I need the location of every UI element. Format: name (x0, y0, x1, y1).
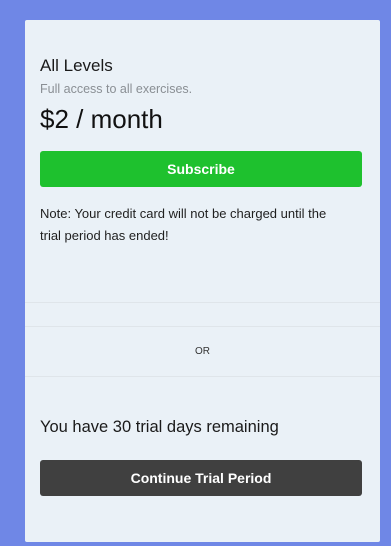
billing-note: Note: Your credit card will not be charg… (40, 206, 327, 243)
divider (25, 376, 380, 377)
plan-description: Full access to all exercises. (40, 82, 193, 96)
plan-name: All Levels (40, 56, 113, 75)
subscribe-button[interactable]: Subscribe (40, 151, 362, 187)
plan-price: $2 / month (40, 104, 163, 134)
trial-days-remaining: You have 30 trial days remaining (40, 418, 279, 436)
or-separator: OR (195, 346, 210, 357)
subscription-card: All Levels Full access to all exercises.… (25, 20, 380, 542)
continue-trial-button[interactable]: Continue Trial Period (40, 460, 362, 496)
divider (25, 302, 380, 303)
divider (25, 326, 380, 327)
plan-section: All Levels Full access to all exercises.… (25, 20, 380, 247)
